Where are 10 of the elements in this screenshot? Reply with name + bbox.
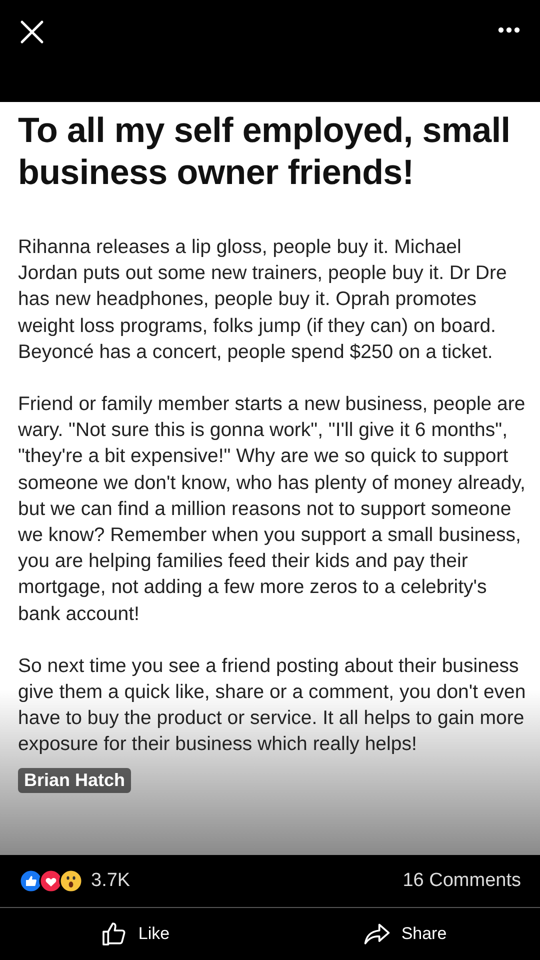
like-button[interactable]: Like [0, 908, 270, 960]
image-paragraph: Friend or family member starts a new business, people are wary. "Not sure this is gonna work", "I'll give it 6 months", "they're a bit expensive!" Why are we so quick to support someone we don't know, who has plenty of money already, but we can find a million reasons not to support someone we know? Remember when you support a small business, you are helping families feed their kids and pay their mortgage, not adding a few more zeros to a celebrity's bank account! [18, 392, 526, 627]
wow-reaction-icon [59, 869, 83, 893]
image-paragraph: So next time you see a friend posting about their business give them a quick like, share or a comment, you don't even have to buy the product or service. It all helps to gain more exposure for their business which really helps! [18, 654, 526, 758]
reaction-count[interactable]: 3.7K [91, 870, 130, 892]
share-button[interactable]: Share [270, 908, 540, 960]
image-paragraph: Rihanna releases a lip gloss, people buy it. Michael Jordan puts out some new trainers, people buy it. Dr Dre has new headphones, people buy it. Oprah promotes weight loss programs, folks jump (if they can) on board. Beyoncé has a concert, people spend $250 on a ticket. [18, 235, 508, 365]
comments-link[interactable]: 16 Comments [402, 870, 521, 892]
author-name[interactable]: Brian Hatch [18, 768, 132, 793]
image-headline: To all my self employed, small business owner friends! [18, 110, 512, 194]
